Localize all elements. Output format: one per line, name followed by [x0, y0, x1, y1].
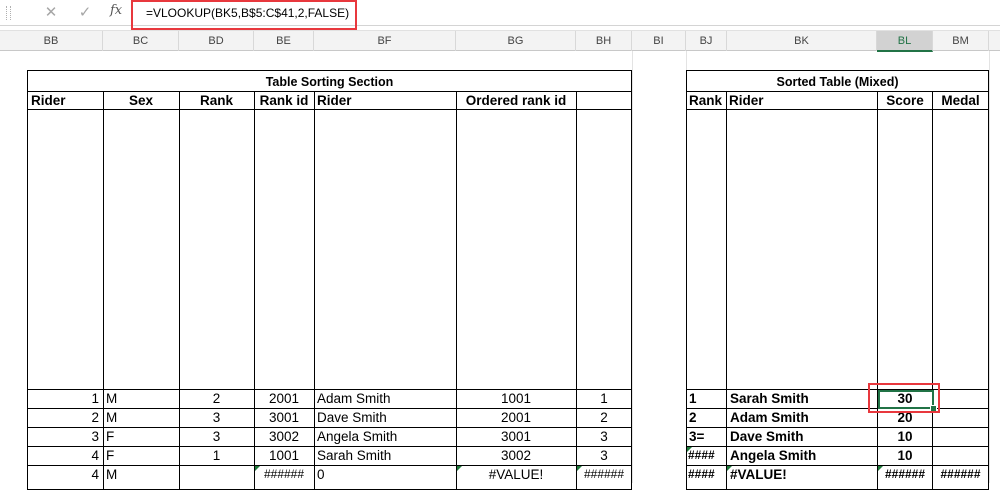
cell-rank[interactable]: #### — [688, 448, 715, 462]
cell-score[interactable]: 10 — [877, 429, 933, 444]
cell-highlight — [868, 383, 940, 413]
table-rule — [27, 465, 632, 466]
table-rule — [27, 427, 632, 428]
table-rule — [686, 446, 989, 447]
table-rule — [27, 109, 632, 110]
table-rule — [27, 408, 632, 409]
cell-rider[interactable]: 1 — [27, 391, 99, 406]
cell-ordered-rank-id[interactable]: #VALUE! — [456, 467, 576, 482]
cell-ordered-rank-id[interactable]: 2001 — [456, 410, 576, 425]
table-rule — [686, 109, 989, 110]
gridline — [989, 51, 990, 483]
cell-ordered-rank-id[interactable]: 1001 — [456, 391, 576, 406]
cell-rider-name[interactable]: Adam Smith — [317, 391, 391, 406]
column-header-bg[interactable]: BG — [456, 31, 576, 51]
column-header-be[interactable]: BE — [254, 31, 314, 51]
table-rule — [27, 91, 632, 92]
column-header-bf[interactable]: BF — [314, 31, 456, 51]
cell-rank-id[interactable]: ###### — [254, 467, 314, 481]
column-header-bk[interactable]: BK — [727, 31, 877, 51]
cell-position[interactable]: 3 — [576, 429, 632, 444]
column-header-rider-name: Rider — [317, 93, 352, 108]
column-header-bd[interactable]: BD — [179, 31, 254, 51]
table-rule — [686, 389, 989, 390]
check-icon[interactable]: ✓ — [76, 4, 94, 22]
cell-rider[interactable]: Angela Smith — [730, 448, 816, 463]
cell-rider-name[interactable]: Angela Smith — [317, 429, 397, 444]
formula-bar-grip[interactable] — [6, 6, 11, 20]
insert-function-button[interactable]: fx — [110, 3, 122, 18]
cell-rider-name[interactable]: Sarah Smith — [317, 448, 391, 463]
column-header-rider: Rider — [729, 93, 764, 108]
cell-rank[interactable]: 2 — [689, 410, 697, 425]
column-header-rank: Rank — [689, 93, 723, 108]
column-header-bj[interactable]: BJ — [686, 31, 727, 51]
column-header-ordered-rank-id: Ordered rank id — [465, 93, 567, 108]
column-header-bm[interactable]: BM — [933, 31, 989, 51]
cell-rank[interactable]: #### — [688, 467, 715, 481]
table-rule — [103, 91, 104, 490]
cell-sex[interactable]: F — [106, 429, 114, 444]
column-header-bi[interactable]: BI — [632, 31, 686, 51]
cell-rank-id[interactable]: 1001 — [254, 448, 314, 463]
cell-rider[interactable]: 4 — [27, 448, 99, 463]
column-headers: BB BC BD BE BF BG BH BI BJ BK BL BM — [0, 30, 1000, 52]
cell-rank[interactable]: 2 — [179, 391, 254, 406]
cell-rank-id[interactable]: 3002 — [254, 429, 314, 444]
cell-rider[interactable]: Dave Smith — [730, 429, 804, 444]
column-header-bh[interactable]: BH — [576, 31, 632, 51]
gridline — [632, 51, 633, 483]
cell-position[interactable]: 2 — [576, 410, 632, 425]
cell-rank-id[interactable]: 2001 — [254, 391, 314, 406]
column-header-bl[interactable]: BL — [877, 31, 933, 52]
cell-ordered-rank-id[interactable]: 3002 — [456, 448, 576, 463]
cell-rider[interactable]: Adam Smith — [730, 410, 809, 425]
cell-rider[interactable]: 2 — [27, 410, 99, 425]
cell-ordered-rank-id[interactable]: 3001 — [456, 429, 576, 444]
cell-sex[interactable]: M — [106, 410, 117, 425]
cell-rider-name[interactable]: Dave Smith — [317, 410, 387, 425]
table-rule — [686, 427, 989, 428]
table-rule — [27, 389, 632, 390]
cell-position[interactable]: 1 — [576, 391, 632, 406]
cell-rider[interactable]: 4 — [27, 467, 99, 482]
sorted-table-title: Sorted Table (Mixed) — [776, 75, 899, 89]
cell-rider[interactable]: #VALUE! — [730, 467, 787, 482]
table-rule — [314, 91, 315, 490]
cell-sex[interactable]: M — [106, 467, 117, 482]
cell-rank[interactable]: 3 — [179, 429, 254, 444]
column-header-sex: Sex — [128, 93, 154, 108]
cell-rider[interactable]: 3 — [27, 429, 99, 444]
sorting-table-title: Table Sorting Section — [265, 75, 394, 89]
cell-score[interactable]: ###### — [877, 467, 933, 481]
cell-sex[interactable]: M — [106, 391, 117, 406]
column-header-rider: Rider — [31, 93, 66, 108]
column-header-bc[interactable]: BC — [103, 31, 179, 51]
cell-rider[interactable]: Sarah Smith — [730, 391, 809, 406]
table-rule — [726, 91, 727, 490]
table-rule — [686, 408, 989, 409]
column-header-rank: Rank — [199, 93, 233, 108]
cell-rider-name[interactable]: 0 — [317, 467, 325, 482]
table-rule — [27, 446, 632, 447]
formula-input[interactable]: =VLOOKUP(BK5,B$5:C$41,2,FALSE) — [146, 6, 349, 20]
cell-rank[interactable]: 1 — [179, 448, 254, 463]
column-header-bb[interactable]: BB — [0, 31, 103, 51]
cell-rank[interactable]: 1 — [689, 391, 697, 406]
cell-rank-id[interactable]: 3001 — [254, 410, 314, 425]
column-header-medal: Medal — [941, 93, 980, 108]
cell-rank[interactable]: 3= — [689, 429, 704, 444]
cell-rank[interactable]: 3 — [179, 410, 254, 425]
cell-position[interactable]: ###### — [576, 467, 632, 481]
cell-sex[interactable]: F — [106, 448, 114, 463]
table-rule — [686, 91, 989, 92]
column-header-rank-id: Rank id — [259, 93, 309, 108]
formula-bar: ✕ ✓ fx =VLOOKUP(BK5,B$5:C$41,2,FALSE) — [0, 0, 1000, 30]
close-icon[interactable]: ✕ — [42, 4, 60, 22]
cell-medal[interactable]: ###### — [932, 467, 989, 481]
cell-score[interactable]: 10 — [877, 448, 933, 463]
column-header-score: Score — [886, 93, 924, 108]
cell-position[interactable]: 3 — [576, 448, 632, 463]
